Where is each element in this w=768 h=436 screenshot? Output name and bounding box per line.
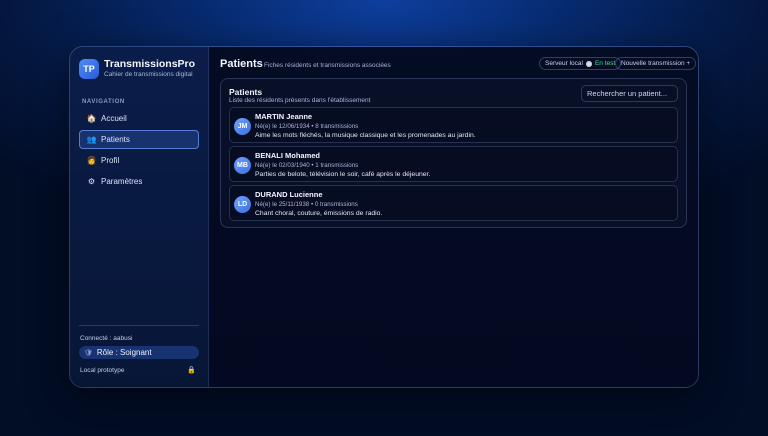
connected-user: Connecté : aabusi [80, 335, 133, 342]
sidebar-item-label: Paramètres [101, 177, 143, 186]
search-input[interactable] [581, 85, 678, 102]
patient-description: Parties de belote, télévision le soir, c… [255, 171, 431, 178]
server-status-badge: Serveur local En test [539, 57, 622, 70]
app-window: TP TransmissionsPro Cahier de transmissi… [69, 46, 699, 388]
avatar: LD [234, 196, 251, 213]
server-status: En test [594, 60, 616, 67]
patient-name: DURAND Lucienne [255, 190, 323, 199]
panel-subtitle: Liste des résidents présents dans l'étab… [229, 97, 371, 104]
patient-name: BENALI Mohamed [255, 151, 321, 160]
patients-icon: 👥 [86, 135, 97, 144]
avatar: JM [234, 118, 251, 135]
patient-meta: Né(e) le 02/03/1940 • 1 transmissions [255, 162, 359, 169]
role-label: Rôle : Soignant [96, 348, 152, 357]
patient-meta: Né(e) le 25/11/1938 • 0 transmissions [255, 201, 358, 208]
sidebar-item-profil[interactable]: 👩 Profil [79, 151, 199, 170]
app-subtitle: Cahier de transmissions digital [104, 71, 193, 78]
patients-panel: Patients Liste des résidents présents da… [220, 78, 687, 228]
shield-icon: 🛡 [84, 349, 93, 357]
sidebar-nav: 🏠 Accueil 👥 Patients 👩 Profil ⚙ Paramètr… [79, 109, 199, 193]
new-transmission-button[interactable]: Nouvelle transmission + [615, 57, 697, 70]
patient-description: Chant choral, couture, émissions de radi… [255, 210, 383, 217]
patient-card[interactable]: LD DURAND Lucienne Né(e) le 25/11/1938 •… [229, 185, 678, 221]
status-dot-icon [585, 60, 592, 67]
panel-title: Patients [229, 87, 263, 97]
sidebar-item-accueil[interactable]: 🏠 Accueil [79, 109, 199, 128]
home-icon: 🏠 [86, 114, 97, 123]
page-title: Patients [220, 58, 263, 70]
page-subtitle: Fiches résidents et transmissions associ… [264, 62, 391, 69]
patient-description: Aime les mots fléchés, la musique classi… [255, 132, 476, 139]
server-label: Serveur local [545, 60, 583, 67]
sidebar-item-parametres[interactable]: ⚙ Paramètres [79, 172, 199, 191]
avatar: MB [234, 157, 251, 174]
profile-icon: 👩 [86, 156, 97, 165]
patient-card[interactable]: JM MARTIN Jeanne Né(e) le 12/06/1934 • 8… [229, 107, 678, 143]
patient-meta: Né(e) le 12/06/1934 • 8 transmissions [255, 123, 359, 130]
sidebar: TP TransmissionsPro Cahier de transmissi… [70, 47, 209, 387]
lock-icon[interactable]: 🔒 [187, 366, 196, 374]
patient-name: MARTIN Jeanne [255, 112, 313, 121]
nav-section-label: NAVIGATION [82, 99, 125, 105]
app-name: TransmissionsPro [104, 58, 196, 70]
sidebar-item-label: Profil [101, 156, 120, 165]
sidebar-divider [79, 325, 199, 326]
gear-icon: ⚙ [87, 177, 96, 186]
environment-label: Local prototype [80, 367, 125, 374]
sidebar-item-label: Accueil [101, 114, 127, 123]
sidebar-item-patients[interactable]: 👥 Patients [79, 130, 199, 149]
brand: TP TransmissionsPro Cahier de transmissi… [79, 58, 195, 79]
main-content: Patients Fiches résidents et transmissio… [209, 47, 698, 387]
app-logo: TP [79, 58, 99, 79]
patient-card[interactable]: MB BENALI Mohamed Né(e) le 02/03/1940 • … [229, 146, 678, 182]
role-badge: 🛡 Rôle : Soignant [79, 346, 199, 359]
sidebar-item-label: Patients [101, 135, 130, 144]
